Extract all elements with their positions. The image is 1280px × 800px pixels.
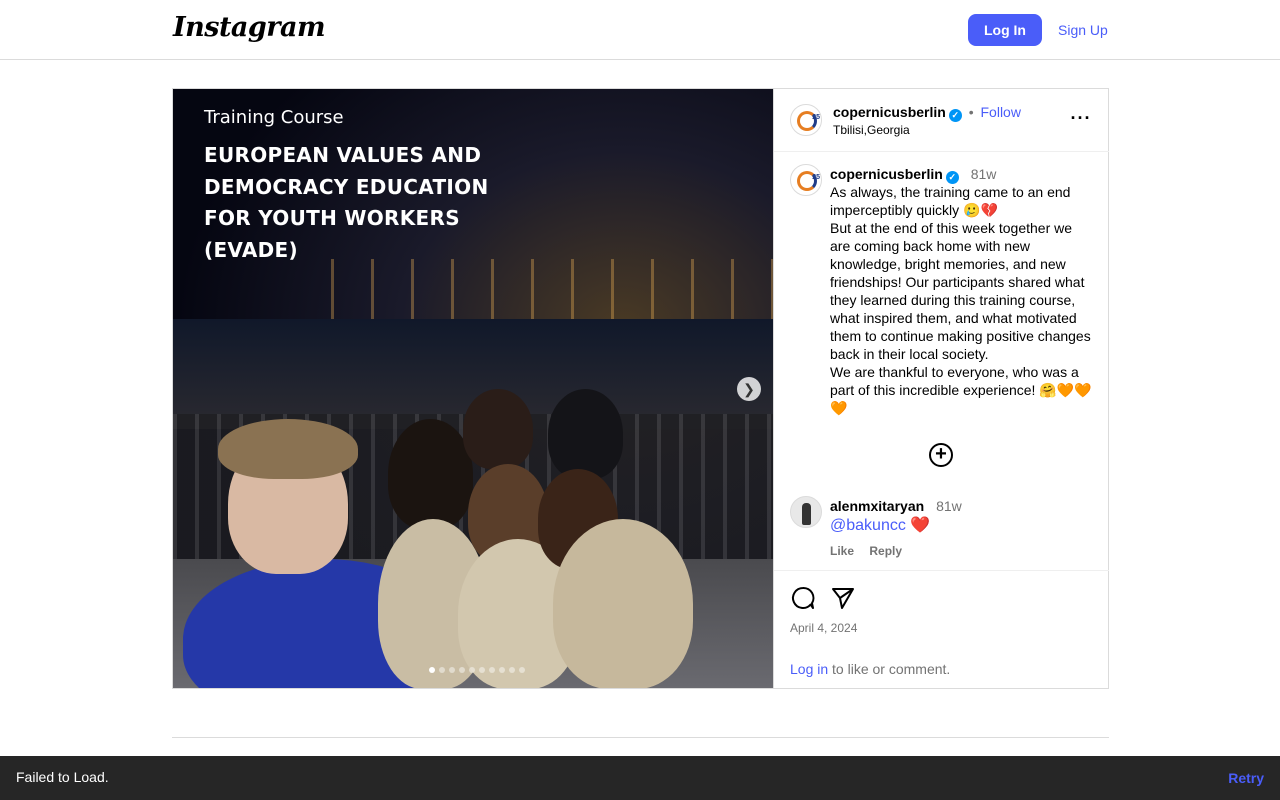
caption-author-avatar[interactable]: 25 <box>790 164 822 196</box>
chevron-right-icon: ❯ <box>743 381 755 397</box>
comment-username[interactable]: alenmxitaryan <box>830 498 924 514</box>
author-username[interactable]: copernicusberlin <box>833 104 946 120</box>
media-subtitle: Training Course <box>204 107 344 128</box>
login-button[interactable]: Log In <box>968 14 1042 46</box>
verified-badge-icon: ✓ <box>948 109 962 122</box>
carousel-dot <box>489 667 495 673</box>
author-line: copernicusberlin ✓ • Follow <box>833 104 1021 122</box>
comment-actions: Like Reply <box>830 544 914 558</box>
plus-circle-icon[interactable]: + <box>929 443 953 467</box>
comment-mention[interactable]: @bakuncc <box>830 517 906 534</box>
caption-author-line: copernicusberlin ✓ 81w <box>830 166 996 184</box>
login-prompt: Log in to like or comment. <box>790 661 950 677</box>
post-header: 25 copernicusberlin ✓ • Follow Tbilisi,Ge… <box>774 89 1109 152</box>
post-location[interactable]: Tbilisi,Georgia <box>833 123 910 137</box>
instagram-logo[interactable]: Instagram <box>173 12 326 43</box>
post-card: Training Course European values and demo… <box>172 88 1109 689</box>
carousel-dot <box>429 667 435 673</box>
post-date[interactable]: April 4, 2024 <box>790 621 857 635</box>
caption-username[interactable]: copernicusberlin <box>830 166 943 182</box>
next-slide-button[interactable]: ❯ <box>737 377 761 401</box>
login-prompt-link[interactable]: Log in <box>790 661 828 677</box>
comment-time: 81w <box>936 498 962 514</box>
media-title: European values and democracy education … <box>204 143 489 262</box>
caption-time: 81w <box>970 166 997 182</box>
post-side-panel: 25 copernicusberlin ✓ • Follow Tbilisi,Ge… <box>773 89 1109 688</box>
error-snackbar: Failed to Load. Retry <box>0 756 1280 800</box>
carousel-dot <box>439 667 445 673</box>
carousel-dot <box>449 667 455 673</box>
media-text-overlay: Training Course European values and demo… <box>204 107 494 266</box>
top-nav: Instagram Log In Sign Up <box>0 0 1280 60</box>
caption-text: As always, the training came to an end i… <box>830 184 1092 416</box>
commenter-avatar[interactable] <box>790 496 822 528</box>
comment-text: @bakuncc ❤️ <box>830 515 930 535</box>
carousel-dot <box>469 667 475 673</box>
comment-reply-button[interactable]: Reply <box>869 544 902 558</box>
comments-section[interactable]: 25 copernicusberlin ✓ 81w As always, the … <box>774 153 1109 570</box>
snackbar-message: Failed to Load. <box>16 769 109 785</box>
retry-button[interactable]: Retry <box>1228 770 1264 786</box>
carousel-dot <box>519 667 525 673</box>
section-divider <box>172 737 1109 738</box>
more-options-icon[interactable]: ··· <box>1066 107 1096 133</box>
login-prompt-text: to like or comment. <box>828 661 951 677</box>
comment-author-line: alenmxitaryan 81w <box>830 498 962 514</box>
carousel-indicator <box>429 667 525 673</box>
comment-like-button[interactable]: Like <box>830 544 854 558</box>
post-media-carousel[interactable]: Training Course European values and demo… <box>173 89 773 688</box>
share-icon[interactable] <box>830 585 856 611</box>
carousel-dot <box>499 667 505 673</box>
header-separator: • <box>968 104 974 120</box>
carousel-dot <box>509 667 515 673</box>
carousel-dot <box>479 667 485 673</box>
signup-link[interactable]: Sign Up <box>1050 14 1116 46</box>
follow-button[interactable]: Follow <box>981 104 1021 120</box>
author-avatar[interactable]: 25 <box>790 104 822 136</box>
carousel-dot <box>459 667 465 673</box>
photo-group-people <box>173 379 773 688</box>
comment-icon[interactable] <box>790 585 816 611</box>
post-actions: April 4, 2024 Log in to like or comment. <box>774 570 1109 688</box>
comment-emoji: ❤️ <box>910 517 931 534</box>
